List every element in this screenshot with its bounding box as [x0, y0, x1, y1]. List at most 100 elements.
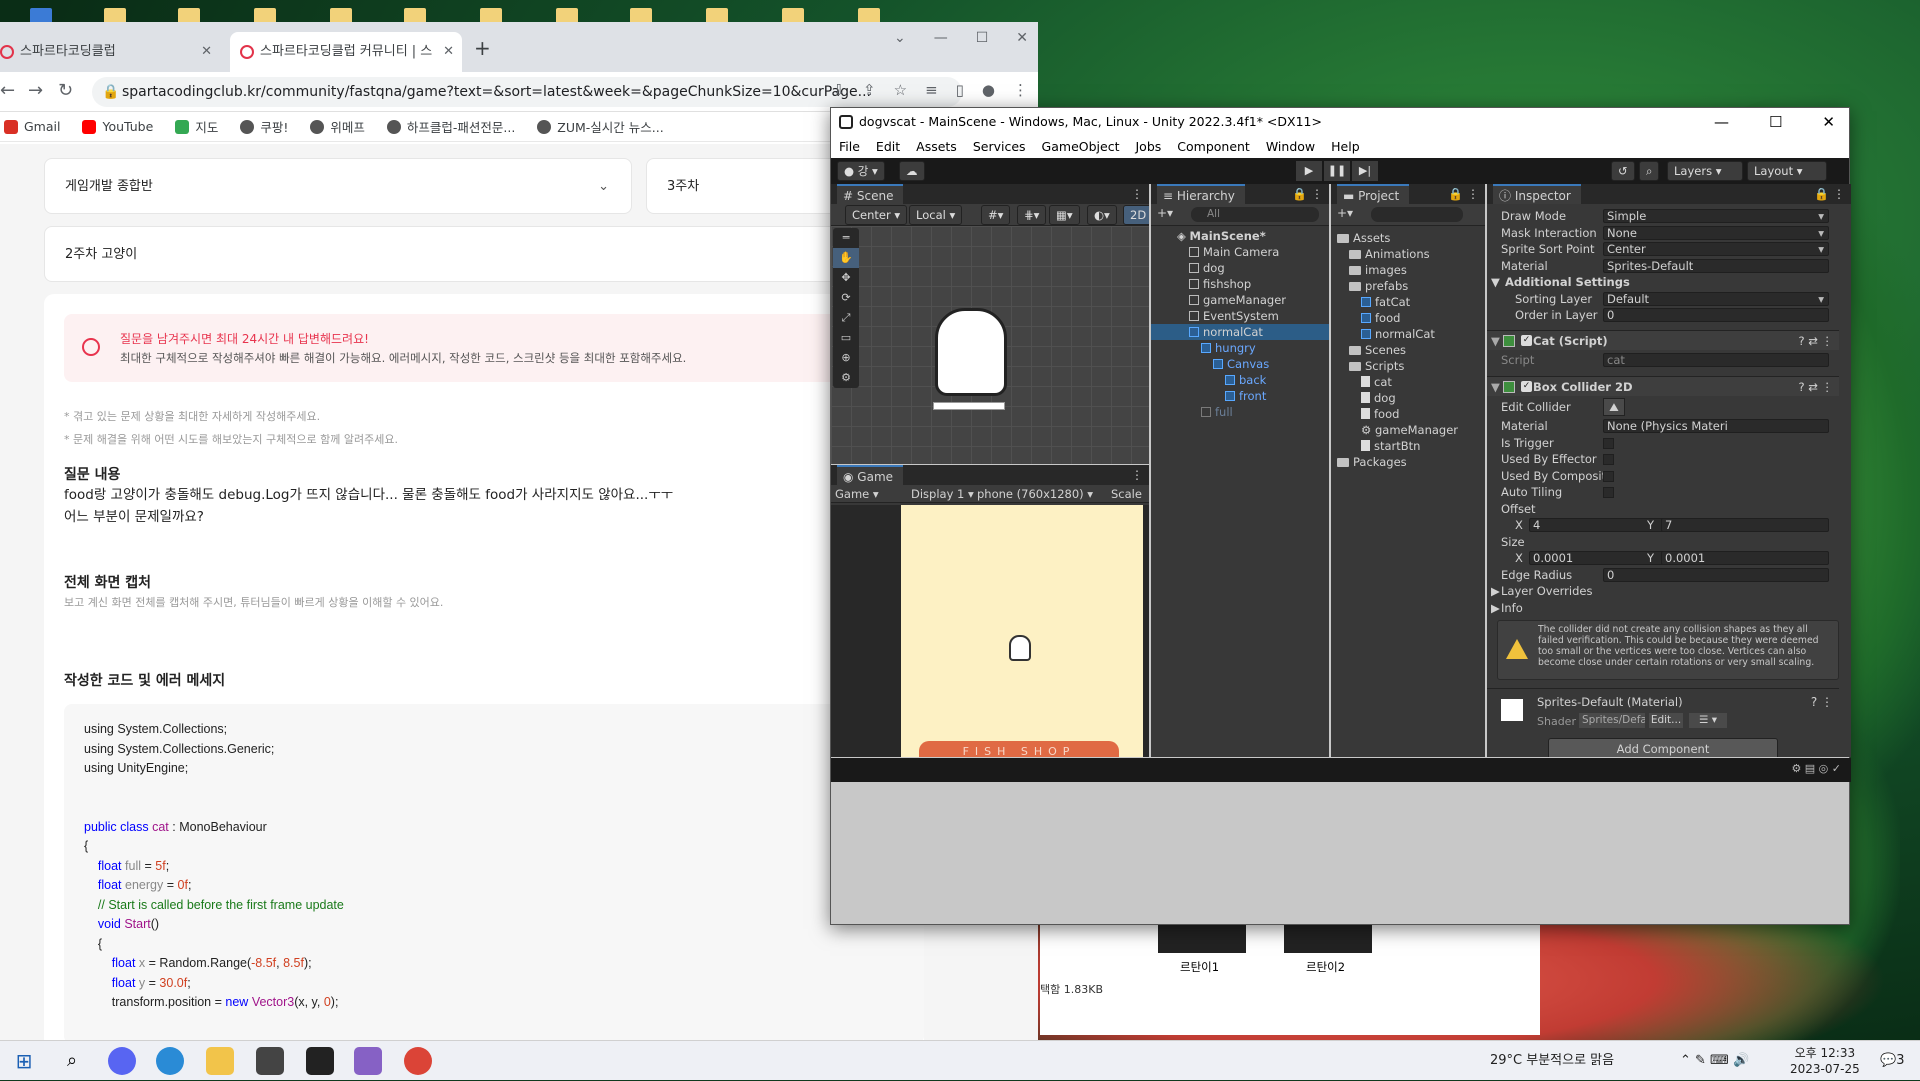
box-collider-header[interactable]: ▼ ✓ Box Collider 2D ? ⇄ ⋮: [1487, 376, 1839, 396]
hierarchy-item[interactable]: back: [1151, 372, 1329, 388]
menu-help[interactable]: Help: [1331, 136, 1360, 158]
bookmark-wemakeprice[interactable]: 위메프: [310, 117, 365, 136]
chrome-icon[interactable]: [404, 1047, 432, 1075]
project-item[interactable]: Packages: [1331, 454, 1485, 470]
menu-window[interactable]: Window: [1266, 136, 1315, 158]
tab-scene[interactable]: # Scene: [837, 184, 904, 204]
hierarchy-item[interactable]: EventSystem: [1151, 308, 1329, 324]
menu-services[interactable]: Services: [973, 136, 1026, 158]
hand-tool-icon[interactable]: ✋: [833, 248, 859, 268]
close-tab-icon[interactable]: ✕: [443, 32, 454, 72]
menu-file[interactable]: File: [839, 136, 860, 158]
bookmark-zum[interactable]: ZUM-실시간 뉴스...: [537, 117, 664, 136]
info-foldout[interactable]: ▶ Info: [1487, 600, 1839, 617]
grid-icon[interactable]: ⋕▾: [1017, 205, 1047, 225]
cloud-icon[interactable]: ☁: [899, 161, 925, 181]
component-menu-icon[interactable]: ? ⋮: [1811, 695, 1833, 709]
back-arrow-icon[interactable]: ←: [0, 80, 15, 101]
search-icon[interactable]: ⌕: [58, 1047, 86, 1075]
reload-icon[interactable]: ↻: [58, 80, 73, 101]
step-button[interactable]: ▶|: [1352, 161, 1378, 181]
space-dropdown[interactable]: Local ▾: [909, 205, 963, 225]
tab-inspector[interactable]: ⓘ Inspector: [1493, 184, 1581, 204]
custom-tool-icon[interactable]: ⚙: [833, 368, 859, 388]
close-window-button[interactable]: ✕: [1016, 30, 1028, 46]
edge-icon[interactable]: [156, 1047, 184, 1075]
layer-overrides-foldout[interactable]: ▶ Layer Overrides: [1487, 583, 1839, 600]
hierarchy-item[interactable]: full: [1151, 404, 1329, 420]
bookmark-gmail[interactable]: Gmail: [4, 119, 60, 134]
tab-search-icon[interactable]: ⌄: [894, 30, 906, 46]
scale-tool-icon[interactable]: ⤢: [833, 308, 859, 328]
close-tab-icon[interactable]: ✕: [201, 32, 212, 72]
panel-menu-icon[interactable]: ⋮: [1131, 184, 1143, 204]
code-block[interactable]: using System.Collections; using System.C…: [64, 704, 924, 1040]
image-thumbnail[interactable]: [1284, 925, 1372, 953]
profile-icon[interactable]: ●: [982, 81, 995, 99]
clock[interactable]: 오후 12:33 2023-07-25: [1790, 1041, 1860, 1081]
menu-assets[interactable]: Assets: [916, 136, 957, 158]
display-dropdown[interactable]: Display 1 ▾: [911, 485, 974, 503]
menu-edit[interactable]: Edit: [876, 136, 900, 158]
scale-slider[interactable]: Scale: [1111, 485, 1142, 503]
project-item[interactable]: food: [1331, 310, 1485, 326]
sorting-layer-dropdown[interactable]: Default: [1603, 291, 1829, 306]
course-select[interactable]: 게임개발 종합반 ⌄: [44, 158, 632, 214]
tab-game[interactable]: ◉ Game: [837, 465, 904, 485]
hierarchy-item[interactable]: dog: [1151, 260, 1329, 276]
maximize-button[interactable]: ☐: [976, 30, 989, 46]
auto-tiling-checkbox[interactable]: [1603, 487, 1614, 498]
menu-gameobject[interactable]: GameObject: [1042, 136, 1120, 158]
install-icon[interactable]: ⇩: [832, 81, 845, 99]
account-dropdown[interactable]: ● 강 ▾: [837, 161, 885, 181]
pause-button[interactable]: ❚❚: [1324, 161, 1350, 181]
hierarchy-item[interactable]: ◈ MainScene*: [1151, 228, 1329, 244]
maximize-button[interactable]: ☐: [1769, 108, 1782, 136]
shader-options-icon[interactable]: ☰ ▾: [1689, 713, 1727, 728]
side-panel-icon[interactable]: ▯: [956, 81, 964, 99]
transform-tool-icon[interactable]: ⊕: [833, 348, 859, 368]
panel-menu-icon[interactable]: 🔒 ⋮: [1292, 184, 1323, 204]
project-item[interactable]: Assets: [1331, 230, 1485, 246]
2d-toggle[interactable]: 2D: [1123, 205, 1149, 225]
hierarchy-item[interactable]: Canvas: [1151, 356, 1329, 372]
game-viewport[interactable]: FISH SHOP: [831, 505, 1149, 757]
panel-menu-icon[interactable]: ⋮: [1131, 465, 1143, 485]
unity-hub-icon[interactable]: [256, 1047, 284, 1075]
mask-dropdown[interactable]: None: [1603, 225, 1829, 240]
weather-widget[interactable]: 29°C 부분적으로 맑음: [1490, 1041, 1614, 1081]
pivot-dropdown[interactable]: Center ▾: [845, 205, 908, 225]
bookmark-star-icon[interactable]: ☆: [894, 81, 907, 99]
increment-icon[interactable]: ▦▾: [1049, 205, 1080, 225]
edit-collider-button[interactable]: ⛰: [1603, 398, 1625, 416]
draw-mode-dropdown[interactable]: Simple: [1603, 209, 1829, 223]
browser-tab[interactable]: 스파르타코딩클럽 ✕: [0, 32, 220, 72]
tool-menu-icon[interactable]: ═: [833, 228, 859, 248]
forward-arrow-icon[interactable]: →: [28, 80, 43, 101]
menu-component[interactable]: Component: [1177, 136, 1250, 158]
cat-script-header[interactable]: ▼ ✓ Cat (Script) ? ⇄ ⋮: [1487, 329, 1839, 350]
discord-icon[interactable]: [108, 1047, 136, 1075]
resolution-dropdown[interactable]: phone (760x1280) ▾: [977, 485, 1093, 503]
add-component-button[interactable]: Add Component: [1548, 738, 1778, 757]
project-item[interactable]: food: [1331, 406, 1485, 422]
file-explorer-icon[interactable]: [206, 1047, 234, 1075]
game-mode-dropdown[interactable]: Game ▾: [835, 485, 879, 503]
shader-dropdown[interactable]: Sprites/Defa: [1579, 713, 1645, 728]
new-tab-button[interactable]: +: [474, 36, 491, 60]
image-thumbnail[interactable]: [1158, 925, 1246, 953]
enabled-checkbox[interactable]: ✓: [1521, 381, 1532, 392]
sort-point-dropdown[interactable]: Center: [1603, 242, 1829, 256]
project-item[interactable]: prefabs: [1331, 278, 1485, 294]
status-icons[interactable]: ⚙ ▤ ◎ ✓: [1791, 762, 1841, 775]
panel-menu-icon[interactable]: 🔒 ⋮: [1814, 184, 1845, 204]
history-icon[interactable]: ↺: [1611, 161, 1635, 181]
material-field[interactable]: Sprites-Default: [1603, 258, 1829, 273]
layout-dropdown[interactable]: Layout ▾: [1747, 161, 1827, 181]
unity-icon[interactable]: [306, 1047, 334, 1075]
is-trigger-checkbox[interactable]: [1603, 437, 1614, 449]
project-item[interactable]: dog: [1331, 390, 1485, 406]
play-button[interactable]: ▶: [1296, 161, 1322, 181]
effector-checkbox[interactable]: [1603, 454, 1614, 465]
project-item[interactable]: Scenes: [1331, 342, 1485, 358]
